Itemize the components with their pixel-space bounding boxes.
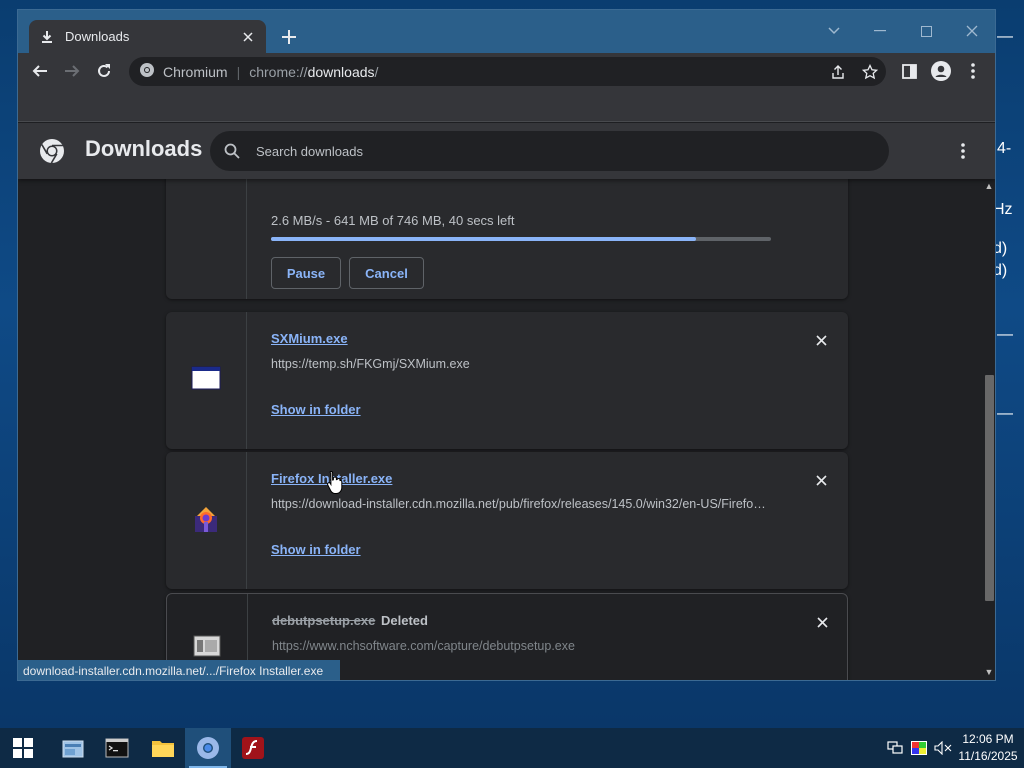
clock-date: 11/16/2025 (958, 749, 1018, 763)
tab-search-button[interactable] (814, 16, 854, 46)
scroll-down-arrow-icon[interactable]: ▼ (984, 667, 994, 677)
search-box[interactable] (210, 131, 889, 171)
new-tab-button[interactable] (276, 24, 302, 50)
progress-bar (271, 237, 771, 241)
download-item: SXMium.exe https://temp.sh/FKGmj/SXMium.… (166, 312, 848, 449)
address-bar[interactable]: Chromium | chrome://downloads / (129, 57, 886, 86)
minimize-button[interactable] (860, 16, 900, 46)
clock-time: 12:06 PM (962, 732, 1014, 746)
chromium-site-icon (139, 62, 155, 81)
exe-file-icon (191, 364, 221, 394)
deleted-badge: Deleted (381, 613, 428, 628)
url-scheme: chrome:// (249, 63, 308, 80)
browser-toolbar: Chromium | chrome://downloads / (18, 53, 995, 89)
flash-taskbar-icon[interactable] (230, 728, 276, 768)
tab-downloads[interactable]: Downloads (29, 20, 266, 53)
browser-window: Downloads Chromium | chrome:// downloads… (17, 9, 996, 681)
forward-button[interactable] (56, 55, 88, 87)
color-app-tray-icon[interactable] (908, 728, 930, 768)
side-panel-icon[interactable] (893, 55, 925, 87)
start-button[interactable] (0, 728, 46, 768)
menu-kebab-icon[interactable] (957, 55, 989, 87)
chromium-logo-icon (39, 138, 65, 164)
download-icon (39, 29, 55, 45)
url-host: downloads (307, 63, 375, 80)
folder-taskbar-icon[interactable] (140, 728, 186, 768)
file-name-deleted: debutpsetup.exe (272, 613, 376, 628)
tab-title: Downloads (65, 29, 130, 44)
profile-icon[interactable] (925, 55, 957, 87)
show-in-folder-link[interactable]: Show in folder (271, 542, 361, 557)
download-status: 2.6 MB/s - 641 MB of 746 MB, 40 secs lef… (271, 213, 515, 228)
vertical-scrollbar[interactable]: ▲ ▼ (981, 179, 995, 680)
back-button[interactable] (24, 55, 56, 87)
scroll-up-arrow-icon[interactable]: ▲ (984, 181, 994, 191)
more-actions-icon[interactable] (951, 139, 975, 163)
bookmark-star-icon[interactable] (860, 62, 880, 82)
share-icon[interactable] (828, 62, 848, 82)
remove-item-close-icon[interactable] (811, 330, 831, 350)
file-url[interactable]: https://www.nchsoftware.com/capture/debu… (272, 639, 575, 653)
reload-button[interactable] (88, 55, 120, 87)
search-input[interactable] (256, 143, 856, 159)
system-clock[interactable]: 12:06 PM 11/16/2025 (956, 731, 1020, 765)
progress-fill (271, 237, 696, 241)
close-tab-icon[interactable] (240, 29, 256, 45)
hand-cursor-icon (326, 470, 344, 494)
file-name-link[interactable]: SXMium.exe (271, 331, 348, 346)
firefox-installer-icon (191, 504, 221, 534)
desktop-text-fragment: — (997, 405, 1013, 422)
pause-button[interactable]: Pause (271, 257, 341, 289)
terminal-taskbar-icon[interactable] (94, 728, 140, 768)
link-status-bubble: download-installer.cdn.mozilla.net/.../F… (18, 660, 341, 680)
network-icon[interactable] (885, 728, 905, 768)
downloads-list: 2.6 MB/s - 641 MB of 746 MB, 40 secs lef… (18, 179, 981, 680)
bookmarks-bar (18, 89, 995, 122)
site-name: Chromium (163, 63, 228, 80)
page-title: Downloads (85, 136, 203, 161)
download-item: Firefox Installer.exe https://download-i… (166, 452, 848, 589)
remove-item-close-icon[interactable] (812, 612, 832, 632)
cancel-button[interactable]: Cancel (349, 257, 424, 289)
taskbar: 12:06 PM 11/16/2025 (0, 728, 1024, 768)
chromium-taskbar-icon[interactable] (185, 728, 231, 768)
file-manager-taskbar-icon[interactable] (50, 728, 96, 768)
file-url[interactable]: https://download-installer.cdn.mozilla.n… (271, 497, 766, 511)
file-url[interactable]: https://temp.sh/FKGmj/SXMium.exe (271, 357, 766, 371)
download-item: 2.6 MB/s - 641 MB of 746 MB, 40 secs lef… (166, 179, 848, 299)
desktop-text-fragment: — (997, 326, 1013, 343)
remove-item-close-icon[interactable] (811, 470, 831, 490)
desktop-text-fragment: — (997, 28, 1013, 45)
volume-muted-icon[interactable] (932, 728, 954, 768)
maximize-button[interactable] (906, 16, 946, 46)
show-in-folder-link[interactable]: Show in folder (271, 402, 361, 417)
installer-file-icon (192, 632, 222, 662)
search-icon (222, 141, 242, 161)
url-path: / (374, 63, 379, 80)
desktop-text-fragment: 4- (997, 140, 1012, 157)
close-window-button[interactable] (952, 16, 992, 46)
downloads-header: Downloads (18, 123, 995, 179)
scroll-thumb[interactable] (985, 375, 994, 601)
tab-strip: Downloads (18, 10, 995, 53)
